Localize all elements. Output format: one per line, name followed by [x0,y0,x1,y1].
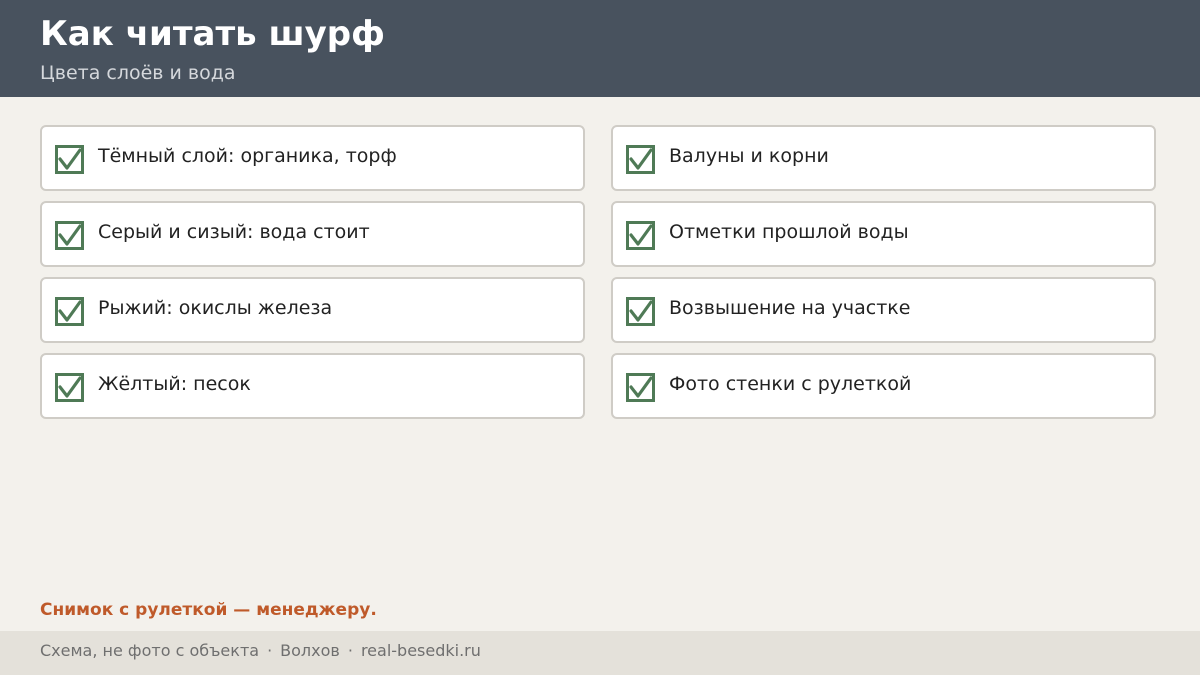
checklist-item-wall-photo: Фото стенки с рулеткой [611,353,1156,419]
footer-separator: · [267,641,273,660]
checklist-item-yellow-layer: Жёлтый: песок [40,353,585,419]
checkbox-checked-icon [55,373,84,402]
checklist-item-grey-layer: Серый и сизый: вода стоит [40,201,585,267]
checklist-item-rust-layer: Рыжий: окислы железа [40,277,585,343]
checklist-item-label: Жёлтый: песок [98,373,251,395]
checklist-grid: Тёмный слой: органика, торф Валуны и кор… [40,125,1156,419]
checklist-item-boulders: Валуны и корни [611,125,1156,191]
footer-note: Схема, не фото с объекта [40,641,260,660]
checklist-item-water-marks: Отметки прошлой воды [611,201,1156,267]
footer-text: Схема, не фото с объекта · Волхов · real-bes… [40,641,481,660]
checklist-item-label: Рыжий: окислы железа [98,297,333,319]
checklist-item-label: Отметки прошлой воды [669,221,909,243]
checkbox-checked-icon [55,297,84,326]
checklist-item-label: Возвышение на участке [669,297,911,319]
call-to-action: Снимок с рулеткой — менеджеру. [40,600,377,620]
footer-city: Волхов [280,641,340,660]
checkbox-checked-icon [626,145,655,174]
checkbox-checked-icon [626,221,655,250]
checklist-item-label: Тёмный слой: органика, торф [98,145,397,167]
footer-site-link[interactable]: real-besedki.ru [361,641,481,660]
footer-bar: Схема, не фото с объекта · Волхов · real-bes… [0,631,1200,675]
checkbox-checked-icon [55,145,84,174]
checklist-item-label: Фото стенки с рулеткой [669,373,912,395]
checkbox-checked-icon [55,221,84,250]
footer-separator: · [347,641,353,660]
checkbox-checked-icon [626,297,655,326]
checklist-item-dark-layer: Тёмный слой: органика, торф [40,125,585,191]
page-subtitle: Цвета слоёв и вода [40,62,236,84]
checkbox-checked-icon [626,373,655,402]
checklist-item-label: Валуны и корни [669,145,829,167]
slide: Как читать шурф Цвета слоёв и вода Тёмны… [0,0,1200,675]
checklist-item-label: Серый и сизый: вода стоит [98,221,370,243]
checklist-item-elevation: Возвышение на участке [611,277,1156,343]
header-bar: Как читать шурф Цвета слоёв и вода [0,0,1200,97]
page-title: Как читать шурф [40,14,385,54]
